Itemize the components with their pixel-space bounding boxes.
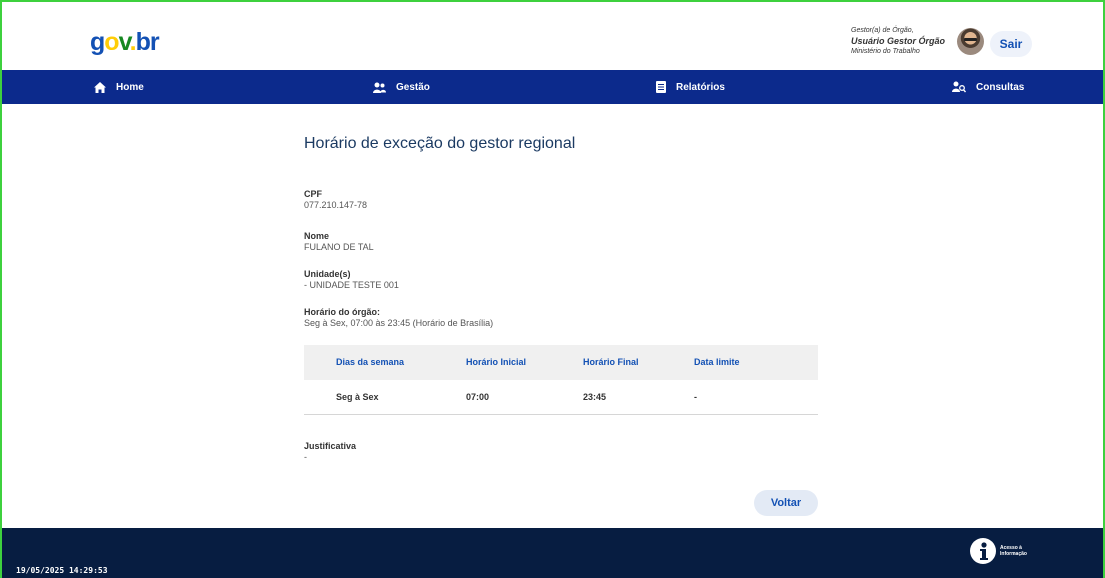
avatar[interactable] — [957, 28, 984, 55]
unidade-field: Unidade(s) - UNIDADE TESTE 001 — [304, 268, 399, 291]
back-button[interactable]: Voltar — [754, 490, 818, 516]
user-role: Gestor(a) de Órgão, — [851, 27, 914, 34]
cpf-label: CPF — [304, 189, 322, 199]
header: gov.br Gestor(a) de Órgão, Usuário Gesto… — [2, 2, 1103, 70]
home-icon — [94, 81, 106, 93]
document-icon — [656, 81, 666, 93]
info-icon — [970, 538, 996, 564]
nav-label: Home — [116, 81, 144, 93]
nav-label: Consultas — [976, 81, 1025, 93]
nav-label: Relatórios — [676, 81, 725, 93]
footer: 19/05/2025 14:29:53 Acesso à Informação — [2, 528, 1103, 578]
horario-field: Horário do órgão: Seg à Sex, 07:00 às 23… — [304, 306, 493, 329]
nome-label: Nome — [304, 231, 330, 241]
justificativa-label: Justificativa — [304, 441, 357, 451]
timestamp: 19/05/2025 14:29:53 — [16, 566, 108, 575]
govbr-logo[interactable]: gov.br — [90, 28, 160, 57]
col-header-data-limite: Data limite — [694, 357, 740, 367]
col-header-dias: Dias da semana — [336, 357, 405, 367]
search-user-icon — [952, 81, 966, 93]
nome-value: FULANO DE TAL — [304, 242, 374, 252]
cell-data-limite: - — [694, 392, 697, 402]
logout-button[interactable]: Sair — [990, 31, 1032, 57]
horario-label: Horário do órgão: — [304, 307, 380, 317]
cpf-field: CPF 077.210.147-78 — [304, 188, 367, 211]
user-info: Gestor(a) de Órgão, Usuário Gestor Órgão… — [851, 26, 961, 57]
users-icon — [373, 82, 386, 93]
schedule-table: Dias da semana Horário Inicial Horário F… — [304, 345, 818, 415]
unidade-label: Unidade(s) — [304, 269, 351, 279]
justificativa-value: - — [304, 452, 307, 462]
justificativa-field: Justificativa - — [304, 440, 356, 463]
table-row: Seg à Sex 07:00 23:45 - — [304, 380, 818, 415]
nome-field: Nome FULANO DE TAL — [304, 230, 374, 253]
unidade-value: - UNIDADE TESTE 001 — [304, 280, 399, 290]
acesso-label: Acesso à Informação — [1000, 545, 1027, 557]
nav-label: Gestão — [396, 81, 430, 93]
table-header: Dias da semana Horário Inicial Horário F… — [304, 345, 818, 380]
col-header-final: Horário Final — [583, 357, 639, 367]
nav-item-home[interactable]: Home — [94, 70, 144, 104]
col-header-inicial: Horário Inicial — [466, 357, 527, 367]
nav-item-consultas[interactable]: Consultas — [952, 70, 1024, 104]
nav-item-relatorios[interactable]: Relatórios — [656, 70, 725, 104]
cpf-value: 077.210.147-78 — [304, 200, 368, 210]
acesso-informacao-link[interactable]: Acesso à Informação — [970, 538, 1030, 564]
horario-value: Seg à Sex, 07:00 às 23:45 (Horário de Br… — [304, 318, 494, 328]
user-org: Ministério do Trabalho — [851, 48, 920, 55]
main-nav: Home Gestão Relatórios Consultas — [2, 70, 1103, 104]
page-title: Horário de exceção do gestor regional — [304, 135, 576, 152]
cell-final: 23:45 — [583, 392, 607, 402]
cell-dias: Seg à Sex — [336, 392, 379, 402]
cell-inicial: 07:00 — [466, 392, 490, 402]
user-name: Usuário Gestor Órgão — [851, 36, 946, 46]
nav-item-gestao[interactable]: Gestão — [373, 70, 430, 104]
